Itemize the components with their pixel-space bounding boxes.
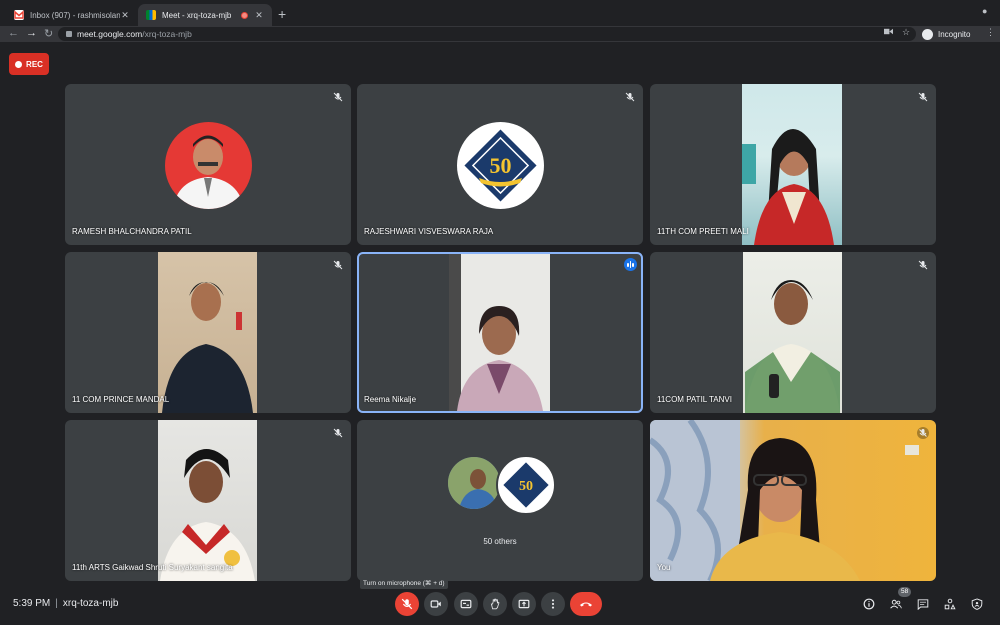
- lock-icon: [66, 31, 72, 37]
- forward-icon[interactable]: →: [26, 27, 37, 39]
- participant-tile-speaking[interactable]: Reema Nikalje: [357, 252, 643, 413]
- activities-icon: [944, 598, 956, 610]
- participant-name: Reema Nikalje: [364, 395, 417, 404]
- meeting-code: xrq-toza-mjb: [62, 598, 119, 609]
- participant-video: [158, 420, 257, 581]
- incognito-indicator: Incognito: [922, 27, 970, 41]
- browser-tab-bar: Inbox (907) - rashmisolanki@ ✕ Meet - xr…: [0, 0, 1000, 26]
- activities-button[interactable]: [943, 597, 957, 611]
- others-tile[interactable]: 50 50 others: [357, 420, 643, 581]
- participant-video: [449, 254, 550, 411]
- new-tab-button[interactable]: +: [278, 6, 286, 22]
- gmail-icon: [14, 10, 24, 20]
- recording-indicator-icon: [241, 11, 248, 19]
- participant-tile[interactable]: 11 COM PRINCE MANDAL: [65, 252, 351, 413]
- video-camera-icon: [430, 600, 441, 608]
- close-tab-icon[interactable]: ✕: [120, 10, 130, 21]
- participant-count-badge: 58: [898, 587, 912, 597]
- present-screen-button[interactable]: [512, 592, 536, 616]
- meeting-info: 5:39 PM | xrq-toza-mjb: [13, 598, 118, 609]
- recording-button[interactable]: REC: [9, 53, 49, 75]
- info-icon: [863, 598, 875, 610]
- camera-icon[interactable]: [884, 27, 893, 38]
- people-icon: [890, 599, 902, 609]
- participant-avatar: [165, 122, 252, 209]
- hand-icon: [490, 598, 500, 610]
- close-tab-icon[interactable]: ✕: [254, 10, 264, 21]
- participant-name: 11 COM PRINCE MANDAL: [72, 395, 170, 404]
- people-button[interactable]: [889, 597, 903, 611]
- participant-name: 11th ARTS Gaikwad Shruti Suryakant sangi…: [72, 563, 233, 572]
- mic-off-icon: [918, 260, 928, 270]
- participant-name: 11TH COM PREETI MALI: [657, 227, 749, 236]
- other-participant-avatar: 50: [496, 455, 556, 515]
- meeting-time: 5:39 PM: [13, 598, 51, 609]
- mic-off-icon: [333, 260, 343, 270]
- more-vert-icon: [551, 599, 555, 609]
- incognito-label: Incognito: [938, 29, 971, 39]
- record-dot-icon: [15, 60, 23, 68]
- browser-menu-icon[interactable]: ⋮: [986, 27, 995, 38]
- participant-tile[interactable]: 11th ARTS Gaikwad Shruti Suryakant sangi…: [65, 420, 351, 581]
- meet-icon: [146, 10, 156, 20]
- tab-meet[interactable]: Meet - xrq-toza-mjb ✕: [138, 4, 272, 26]
- leave-call-button[interactable]: [570, 592, 602, 616]
- shield-icon: [971, 598, 983, 610]
- participant-tile[interactable]: 11TH COM PREETI MALI: [650, 84, 936, 245]
- mic-off-icon: [917, 427, 929, 439]
- bookmark-star-icon[interactable]: ☆: [902, 27, 910, 38]
- host-controls-button[interactable]: [970, 597, 984, 611]
- reload-icon[interactable]: ↻: [44, 27, 53, 40]
- speaking-indicator-icon: [624, 258, 637, 271]
- participant-video: [743, 252, 842, 413]
- participant-video: [742, 84, 842, 245]
- browser-toolbar: ← → ↻ meet.google.com /xrq-toza-mjb ☆ In…: [0, 26, 1000, 42]
- camera-toggle-button[interactable]: [424, 592, 448, 616]
- logo-text: 50: [490, 153, 512, 178]
- captions-button[interactable]: [454, 592, 478, 616]
- participant-tile[interactable]: RAMESH BHALCHANDRA PATIL: [65, 84, 351, 245]
- mic-off-icon: [918, 92, 928, 102]
- other-participant-avatar: [446, 455, 502, 511]
- captions-icon: [460, 599, 472, 609]
- tab-inbox[interactable]: Inbox (907) - rashmisolanki@ ✕: [6, 4, 138, 26]
- mic-off-icon: [401, 598, 413, 610]
- separator: |: [55, 598, 58, 609]
- self-video: [650, 420, 936, 581]
- participant-avatar: 50: [457, 122, 544, 209]
- participant-tile[interactable]: 11COM PATIL TANVI: [650, 252, 936, 413]
- present-icon: [518, 599, 530, 609]
- url-host: meet.google.com: [77, 29, 143, 39]
- tab-title: Meet - xrq-toza-mjb: [162, 10, 232, 20]
- participant-name: 11COM PATIL TANVI: [657, 395, 732, 404]
- participant-name: RAJESHWARI VISVESWARA RAJA: [364, 227, 494, 236]
- participant-name: RAMESH BHALCHANDRA PATIL: [72, 227, 192, 236]
- microphone-toggle-button[interactable]: [395, 592, 419, 616]
- address-bar[interactable]: meet.google.com /xrq-toza-mjb: [58, 27, 916, 41]
- rec-label: REC: [26, 59, 43, 69]
- mic-off-icon: [625, 92, 635, 102]
- meeting-controls-bar: 5:39 PM | xrq-toza-mjb: [0, 588, 1000, 625]
- participant-video: [158, 252, 257, 413]
- tab-title: Inbox (907) - rashmisolanki@: [30, 10, 120, 20]
- self-tile[interactable]: You: [650, 420, 936, 581]
- logo-text: 50: [519, 479, 533, 494]
- participant-tile[interactable]: 50 RAJESHWARI VISVESWARA RAJA: [357, 84, 643, 245]
- mic-off-icon: [333, 428, 343, 438]
- back-icon[interactable]: ←: [8, 27, 19, 39]
- participant-name: You: [657, 563, 671, 572]
- url-path: /xrq-toza-mjb: [142, 29, 192, 39]
- more-options-button[interactable]: [541, 592, 565, 616]
- tab-search-icon[interactable]: ●: [982, 6, 987, 16]
- incognito-icon: [922, 28, 933, 40]
- others-count-label: 50 others: [483, 537, 517, 546]
- raise-hand-button[interactable]: [483, 592, 507, 616]
- chat-icon: [917, 599, 929, 610]
- mic-off-icon: [333, 92, 343, 102]
- chat-button[interactable]: [916, 597, 930, 611]
- hang-up-icon: [580, 602, 592, 607]
- meeting-details-button[interactable]: [862, 597, 876, 611]
